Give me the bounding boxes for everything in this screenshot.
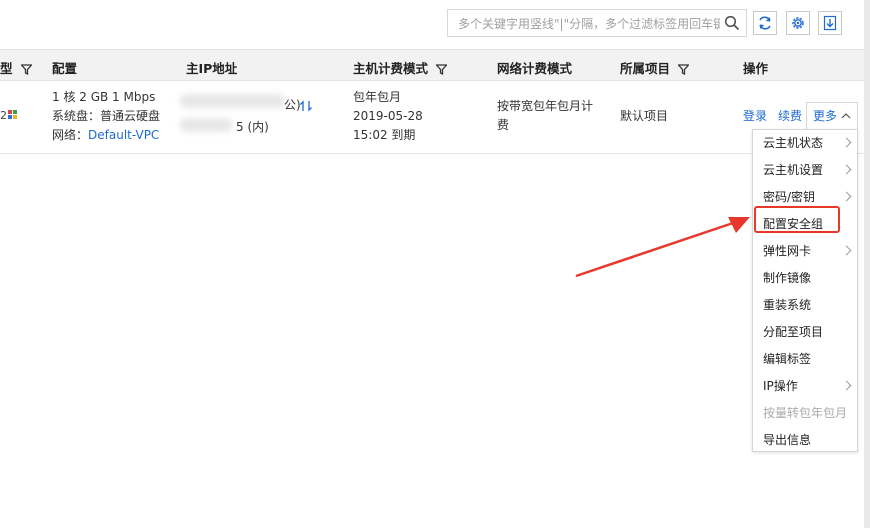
refresh-button[interactable] [753,11,777,35]
menu-item-instance-status[interactable]: 云主机状态 [753,130,857,157]
column-header-project: 所属项目 [620,58,690,77]
search-input[interactable] [456,15,722,33]
more-actions-menu: 云主机状态 云主机设置 密码/密钥 配置安全组 弹性网卡 制作镜像 重装系统 分… [752,129,858,452]
menu-item-convert-billing: 按量转包年包月 [763,406,848,420]
search-icon[interactable] [724,15,740,31]
chevron-up-icon [841,113,851,119]
table-row: 2 1 核 2 GB 1 Mbps 系统盘：普通云硬盘 网络：Default-V… [0,82,864,154]
chevron-right-icon [841,191,852,202]
menu-item-elastic-nic[interactable]: 弹性网卡 [753,238,857,265]
redacted-private-ip [180,118,232,132]
download-button[interactable] [818,11,842,35]
refresh-icon [759,16,771,30]
chevron-right-icon [841,245,852,256]
column-header-net-billing: 网络计费模式 [497,61,573,76]
filter-icon[interactable] [678,64,690,75]
more-label: 更多 [813,109,838,123]
column-header-config: 配置 [52,61,78,76]
download-icon [823,15,837,31]
net-billing-line2: 费 [497,118,510,132]
svg-text:2: 2 [0,109,7,122]
filter-icon[interactable] [436,64,448,75]
vpc-link[interactable]: Default-VPC [88,128,159,142]
column-header-ip: 主IP地址 [186,61,238,76]
net-billing-line1: 按带宽包年包月计 [497,99,594,113]
chevron-right-icon [841,380,852,391]
os-icon: 2 [0,109,17,122]
billing-date: 2019-05-28 [353,109,423,123]
menu-item-instance-settings[interactable]: 云主机设置 [753,157,857,184]
annotation-arrow-icon [575,217,750,278]
billing-expiry: 15:02 到期 [353,128,416,142]
page-scrollbar[interactable] [864,0,870,528]
menu-item-reinstall-system[interactable]: 重装系统 [753,292,857,319]
settings-button[interactable] [786,11,810,35]
chevron-right-icon [841,164,852,175]
search-box[interactable] [447,9,747,37]
billing-mode: 包年包月 [353,90,402,104]
column-header-host-billing: 主机计费模式 [353,58,448,77]
config-network: 网络：Default-VPC [52,126,159,145]
annotation-highlight-box [754,206,840,233]
private-ip-suffix: 5 (内) [236,120,269,134]
more-button[interactable]: 更多 [806,102,858,130]
column-header-actions: 操作 [743,61,769,76]
table-header: 型 配置 主IP地址 主机计费模式 网络计费模式 所属项目 操作 [0,49,864,81]
menu-item-edit-tags[interactable]: 编辑标签 [753,346,857,373]
config-spec: 1 核 2 GB 1 Mbps [52,90,156,104]
renew-link[interactable]: 续费 [778,107,802,126]
menu-item-assign-project[interactable]: 分配至项目 [753,319,857,346]
login-link[interactable]: 登录 [743,107,767,126]
redacted-public-ip [180,94,285,108]
config-disk: 系统盘：普通云硬盘 [52,109,161,123]
gear-icon [792,17,804,29]
menu-item-create-image[interactable]: 制作镜像 [753,265,857,292]
chevron-right-icon [841,137,852,148]
network-label: 网络： [52,128,89,142]
menu-item-ip-operations[interactable]: IP操作 [753,373,857,400]
swap-ip-icon[interactable] [299,99,313,113]
project-name: 默认项目 [620,109,669,123]
column-header-type: 型 [0,58,32,77]
filter-icon[interactable] [20,64,32,75]
menu-item-export-info[interactable]: 导出信息 [753,427,857,454]
